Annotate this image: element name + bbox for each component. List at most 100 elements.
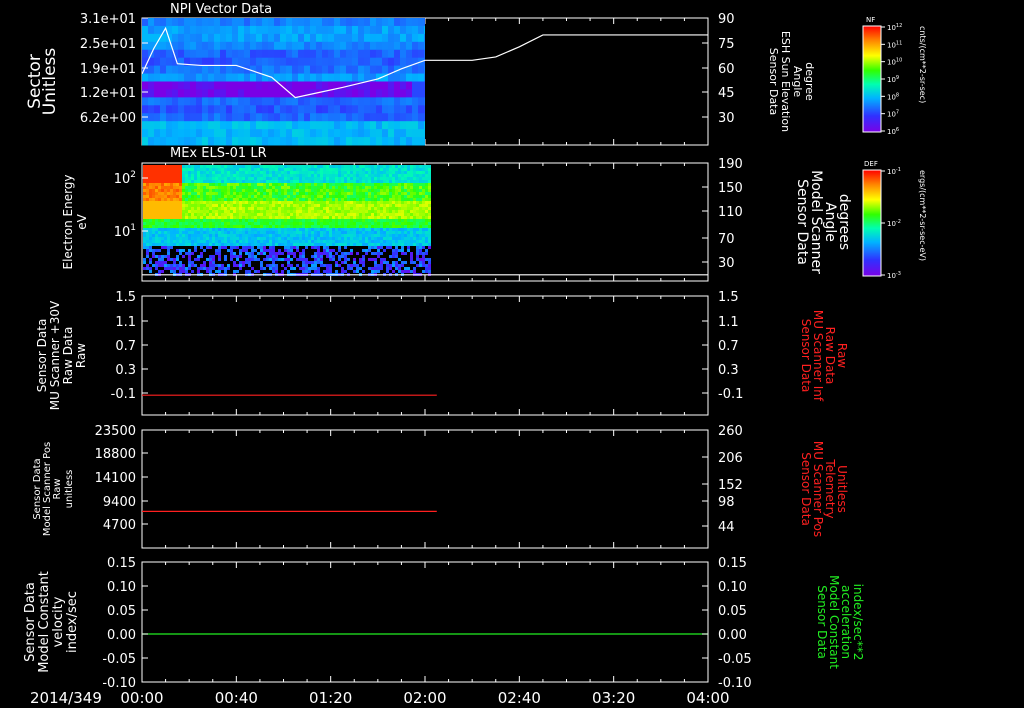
heatmap-cell	[230, 189, 233, 192]
heatmap-cell	[236, 231, 239, 234]
heatmap-cell	[266, 168, 269, 171]
heatmap-cell	[227, 165, 230, 168]
heatmap-cell	[422, 258, 425, 261]
heatmap-cell	[380, 171, 383, 174]
heatmap-cell	[389, 219, 392, 222]
heatmap-cell	[305, 201, 308, 204]
heatmap-cell	[338, 195, 341, 198]
heatmap-cell	[341, 171, 344, 174]
left-tick-label: 0.15	[107, 556, 136, 571]
heatmap-cell	[299, 219, 302, 222]
heatmap-cell	[298, 121, 304, 130]
heatmap-cell	[428, 201, 431, 204]
heatmap-cell	[419, 165, 422, 168]
heatmap-cell	[248, 183, 251, 186]
heatmap-cell	[377, 207, 380, 210]
heatmap-cell	[262, 65, 268, 75]
heatmap-cell	[365, 180, 368, 183]
heatmap-cell	[338, 243, 341, 246]
heatmap-cell	[317, 183, 320, 186]
heatmap-cell	[359, 165, 362, 168]
heatmap-cell	[233, 192, 236, 195]
heatmap-cell	[263, 165, 266, 168]
heatmap-cell	[406, 129, 412, 138]
heatmap-cell	[334, 105, 340, 114]
heatmap-cell	[304, 73, 310, 82]
heatmap-cell	[248, 174, 251, 177]
heatmap-cell	[190, 113, 196, 122]
heatmap-cell	[230, 174, 233, 177]
heatmap-cell	[209, 237, 212, 240]
heatmap-cell	[170, 204, 173, 207]
heatmap-cell	[224, 195, 227, 198]
heatmap-cell	[209, 207, 212, 210]
heatmap-cell	[245, 249, 248, 252]
heatmap-cell	[412, 89, 418, 98]
heatmap-cell	[227, 171, 230, 174]
heatmap-cell	[347, 192, 350, 195]
heatmap-cell	[287, 225, 290, 228]
heatmap-cell	[422, 192, 425, 195]
heatmap-cell	[344, 234, 347, 237]
heatmap-cell	[383, 189, 386, 192]
heatmap-cell	[400, 137, 406, 146]
heatmap-cell	[428, 237, 431, 240]
heatmap-cell	[188, 264, 191, 267]
heatmap-cell	[278, 213, 281, 216]
heatmap-cell	[191, 231, 194, 234]
heatmap-cell	[320, 177, 323, 180]
heatmap-cell	[212, 207, 215, 210]
heatmap-cell	[395, 252, 398, 255]
right-tick-label: 45	[718, 86, 735, 101]
heatmap-cell	[322, 41, 328, 51]
heatmap-cell	[185, 168, 188, 171]
heatmap-cell	[251, 252, 254, 255]
heatmap-cell	[304, 18, 310, 27]
heatmap-cell	[322, 97, 328, 106]
heatmap-cell	[251, 258, 254, 261]
heatmap-cell	[389, 213, 392, 216]
heatmap-cell	[326, 213, 329, 216]
heatmap-cell	[274, 113, 280, 122]
heatmap-cell	[146, 255, 149, 258]
heatmap-cell	[407, 237, 410, 240]
heatmap-cell	[398, 204, 401, 207]
heatmap-cell	[149, 222, 152, 225]
heatmap-cell	[263, 171, 266, 174]
heatmap-cell	[298, 25, 304, 35]
heatmap-cell	[215, 228, 218, 231]
heatmap-cell	[400, 113, 406, 122]
heatmap-cell	[263, 183, 266, 186]
heatmap-cell	[184, 73, 190, 82]
heatmap-cell	[179, 261, 182, 264]
heatmap-cell	[335, 213, 338, 216]
heatmap-cell	[425, 252, 428, 255]
heatmap-cell	[386, 207, 389, 210]
heatmap-cell	[146, 207, 149, 210]
heatmap-cell	[209, 231, 212, 234]
heatmap-cell	[419, 195, 422, 198]
heatmap-cell	[392, 228, 395, 231]
heatmap-cell	[215, 204, 218, 207]
heatmap-cell	[260, 228, 263, 231]
heatmap-cell	[197, 168, 200, 171]
colorbar-def-units: ergs/(cm**2-sr-sec-eV)	[918, 170, 927, 261]
heatmap-cell	[374, 216, 377, 219]
heatmap-cell	[419, 261, 422, 264]
heatmap-cell	[190, 89, 196, 98]
heatmap-cell	[419, 225, 422, 228]
heatmap-cell	[392, 192, 395, 195]
heatmap-cell	[316, 113, 322, 122]
heatmap-cell	[167, 174, 170, 177]
heatmap-cell	[392, 255, 395, 258]
heatmap-cell	[389, 207, 392, 210]
heatmap-cell	[299, 171, 302, 174]
heatmap-cell	[302, 165, 305, 168]
heatmap-cell	[170, 165, 173, 168]
heatmap-cell	[304, 57, 310, 67]
heatmap-cell	[251, 240, 254, 243]
heatmap-cell	[299, 252, 302, 255]
heatmap-cell	[314, 207, 317, 210]
heatmap-cell	[170, 180, 173, 183]
heatmap-cell	[269, 216, 272, 219]
